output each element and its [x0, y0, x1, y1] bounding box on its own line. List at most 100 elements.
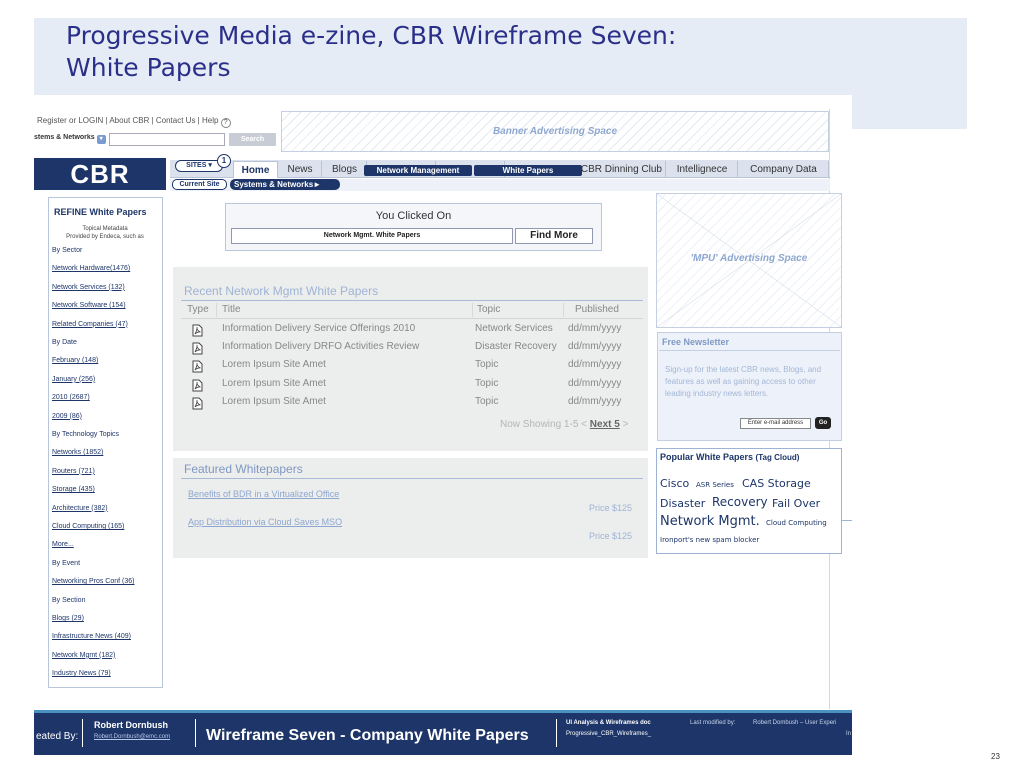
tag[interactable]: Disaster	[660, 497, 705, 510]
created-by-label: eated By:	[36, 731, 79, 742]
help-icon[interactable]: ?	[220, 118, 231, 128]
newsletter-email-input[interactable]: Enter e-mail address	[740, 418, 811, 429]
tag[interactable]: Cisco	[660, 477, 689, 490]
slide-title-line-1: Progressive Media e-zine, CBR Wireframe …	[66, 21, 677, 50]
tab-home[interactable]: Home	[233, 161, 278, 178]
refine-facet-link[interactable]: More...	[52, 541, 74, 548]
white-papers-pill[interactable]: White Papers	[474, 165, 582, 176]
tag[interactable]: Ironport's new spam blocker	[660, 536, 759, 544]
newsletter-rule	[659, 350, 840, 351]
column-header-topic[interactable]: Topic	[477, 304, 500, 315]
author-email-link[interactable]: Robert.Dornbush@emc.com	[94, 734, 170, 740]
row-published: dd/mm/yyyy	[568, 395, 622, 407]
next-5-link[interactable]: Next 5	[590, 419, 620, 430]
scope-select-value: stems & Networks	[34, 134, 95, 141]
tag[interactable]: CAS Storage	[742, 477, 811, 490]
popular-title-suffix: (Tag Cloud)	[755, 453, 800, 462]
footer-separator	[556, 719, 557, 747]
refine-facet-link[interactable]: Routers (721)	[52, 468, 95, 475]
tag[interactable]: Fail Over	[772, 497, 820, 510]
refine-facet-link[interactable]: January (256)	[52, 376, 95, 383]
search-input[interactable]	[109, 133, 225, 146]
pdf-icon[interactable]	[192, 379, 203, 392]
row-title[interactable]: Information Delivery DRFO Activities Rev…	[222, 341, 419, 352]
row-title[interactable]: Lorem Ipsum Site Amet	[222, 359, 326, 370]
sites-badge: 1	[217, 154, 231, 168]
pdf-icon[interactable]	[192, 397, 203, 410]
row-title[interactable]: Information Delivery Service Offerings 2…	[222, 323, 415, 334]
refine-facet-link[interactable]: Architecture (382)	[52, 505, 108, 512]
doc-title: UI Analysis & Wireframes doc	[566, 720, 651, 726]
clicked-on-value: Network Mgmt. White Papers	[231, 228, 513, 244]
column-separator	[563, 303, 564, 317]
refine-facet-link[interactable]: 2009 (86)	[52, 413, 82, 420]
refine-facet-link[interactable]: Related Companies (47)	[52, 321, 128, 328]
search-button[interactable]: Search	[229, 133, 276, 146]
refine-facet-link[interactable]: Blogs (29)	[52, 615, 84, 622]
mpu-ad-label: 'MPU' Advertising Space	[690, 253, 808, 264]
refine-facet-link[interactable]: Cloud Computing (165)	[52, 523, 124, 530]
row-title[interactable]: Lorem Ipsum Site Amet	[222, 378, 326, 389]
featured-link[interactable]: App Distribution via Cloud Saves MSO	[188, 517, 342, 527]
last-modified-value: Robert Dombush – User Experi	[753, 720, 837, 726]
row-published: dd/mm/yyyy	[568, 341, 622, 353]
last-modified-label: Last modified by:	[690, 720, 736, 726]
row-title[interactable]: Lorem Ipsum Site Amet	[222, 396, 326, 407]
featured-title-rule	[181, 478, 643, 479]
popular-title-text: Popular White Papers	[660, 452, 754, 462]
doc-file: Progressive_CBR_Wireframes_	[566, 731, 652, 737]
featured-link[interactable]: Benefits of BDR in a Virtualized Office	[188, 489, 339, 499]
tag-connector-line	[842, 520, 852, 521]
tag[interactable]: Network Mgmt.	[660, 514, 760, 529]
column-header-title[interactable]: Title	[222, 304, 241, 315]
slide-title-line-2: White Papers	[66, 53, 231, 82]
tab-cbr-dinning-club[interactable]: CBR Dinning Club	[575, 161, 666, 178]
refine-facet-link[interactable]: Networking Pros Conf (36)	[52, 578, 134, 585]
tag[interactable]: Cloud Computing	[766, 519, 827, 527]
refine-title: REFINE White Papers	[54, 207, 147, 217]
tab-intellignece[interactable]: Intellignece	[667, 161, 738, 178]
tag[interactable]: ASR Series	[696, 481, 734, 489]
footer-trailing-text: In	[846, 731, 852, 737]
refine-facet-link[interactable]: Network Software (154)	[52, 302, 126, 309]
chevron-down-icon[interactable]: ▾	[96, 135, 106, 144]
clicked-on-title: You Clicked On	[375, 210, 452, 222]
pdf-icon[interactable]	[192, 360, 203, 373]
featured-title: Featured Whitepapers	[184, 462, 303, 476]
pager-text: Now Showing 1-5 <	[500, 419, 587, 430]
utility-links[interactable]: Register or LOGIN | About CBR | Contact …	[37, 116, 231, 128]
refine-facet-link[interactable]: February (148)	[52, 357, 98, 364]
tab-news[interactable]: News	[279, 161, 322, 178]
systems-networks-pill[interactable]: Systems & Networks►	[230, 179, 340, 190]
newsletter-go-button[interactable]: Go	[815, 417, 831, 429]
current-site-button[interactable]: Current Site	[172, 179, 227, 190]
pdf-icon[interactable]	[192, 342, 203, 355]
utility-links-text[interactable]: Register or LOGIN | About CBR | Contact …	[37, 116, 218, 125]
row-topic: Topic	[475, 359, 499, 371]
refine-facet-link[interactable]: Storage (435)	[52, 486, 95, 493]
sites-dropdown[interactable]: SITES ▾	[175, 160, 223, 172]
refine-facet-link[interactable]: Infrastructure News (409)	[52, 633, 131, 640]
tab-company-data[interactable]: Company Data	[739, 161, 829, 178]
row-topic: Topic	[475, 395, 499, 407]
tag[interactable]: Recovery	[712, 495, 768, 509]
row-topic: Network Services	[475, 323, 553, 334]
featured-price: Price $125	[589, 503, 633, 513]
pdf-icon[interactable]	[192, 324, 203, 337]
find-more-button[interactable]: Find More	[515, 228, 593, 244]
refine-facet-link[interactable]: Networks (1852)	[52, 449, 103, 456]
refine-facet-link[interactable]: Industry News (79)	[52, 670, 111, 677]
popular-title: Popular White Papers (Tag Cloud)	[660, 452, 799, 462]
column-header-published[interactable]: Published	[575, 304, 619, 315]
refine-facet-link[interactable]: Network Hardware(1476)	[52, 265, 130, 272]
row-published: dd/mm/yyyy	[568, 323, 622, 334]
refine-facet-link[interactable]: Network Services (132)	[52, 284, 125, 291]
tab-blogs[interactable]: Blogs	[323, 161, 367, 178]
scope-select[interactable]: stems & Networks ▾	[34, 134, 108, 146]
cbr-logo[interactable]: CBR	[34, 158, 166, 190]
column-header-type[interactable]: Type	[187, 304, 209, 315]
refine-facet-link[interactable]: Network Mgmt (182)	[52, 652, 115, 659]
author-name: Robert Dornbush	[94, 720, 168, 730]
network-management-pill[interactable]: Network Management	[364, 165, 472, 176]
refine-facet-link[interactable]: 2010 (2687)	[52, 394, 90, 401]
